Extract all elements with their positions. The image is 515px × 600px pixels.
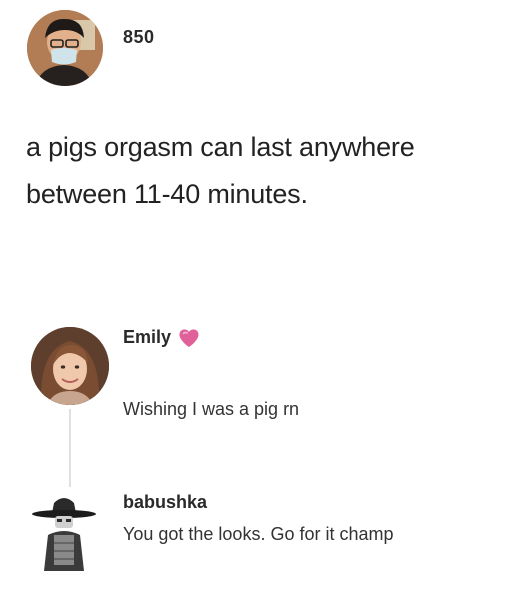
post-author-name[interactable]: 850 <box>123 27 155 48</box>
masked-person-avatar-icon <box>27 10 103 86</box>
post-author-avatar[interactable] <box>27 10 103 86</box>
hooded-figure-avatar-icon <box>32 498 96 571</box>
thread-line <box>69 409 71 487</box>
reply2-text: You got the looks. Go for it champ <box>123 524 394 544</box>
post-text: a pigs orgasm can last anywhere between … <box>26 132 415 209</box>
pink-heart-icon <box>179 328 199 347</box>
reply2-author-name[interactable]: babushka <box>123 492 207 513</box>
reply2-author-avatar[interactable] <box>30 491 98 571</box>
reply-author-label[interactable]: Emily <box>123 327 171 348</box>
smiling-woman-avatar-icon <box>31 327 109 405</box>
reply-author-name: Emily <box>123 327 200 348</box>
reply-text: Wishing I was a pig rn <box>123 399 300 419</box>
reply-author-avatar[interactable] <box>31 327 109 405</box>
